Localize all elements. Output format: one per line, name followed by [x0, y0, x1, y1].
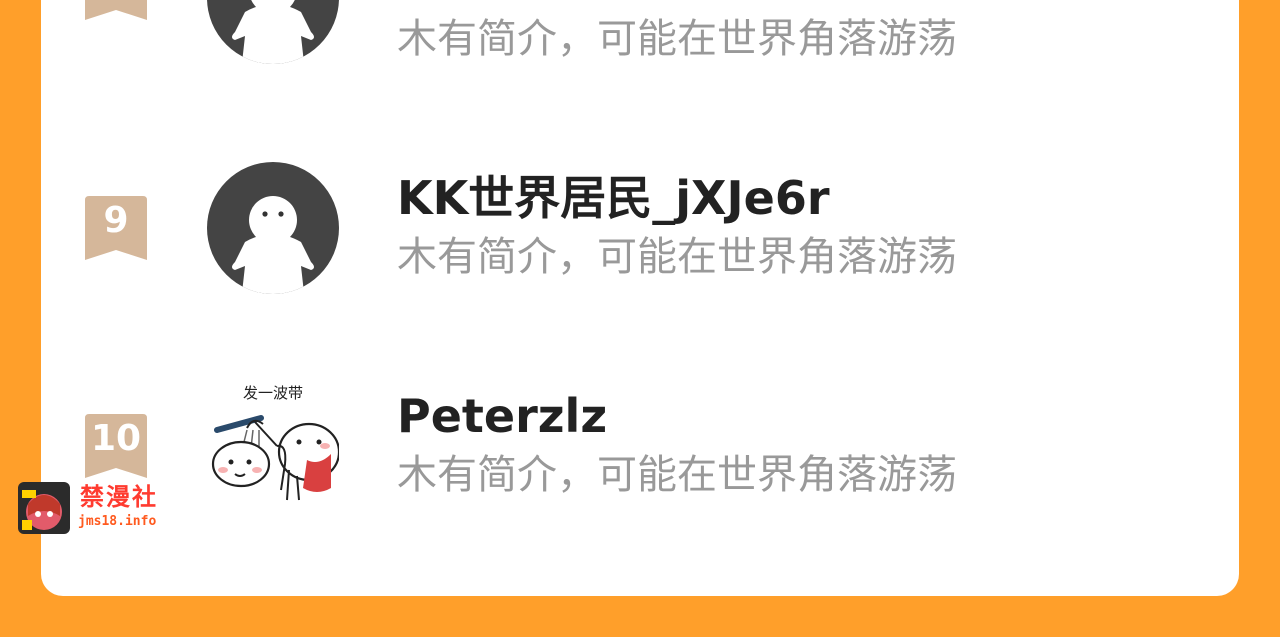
user-bio: 木有简介，可能在世界角落游荡: [397, 452, 957, 498]
avatar[interactable]: 发一波带: [207, 380, 341, 512]
user-name[interactable]: Peterzlz: [397, 389, 607, 443]
list-item[interactable]: 8 木有简介，可能在世界角落游荡: [41, 0, 1239, 120]
user-bio: 木有简介，可能在世界角落游荡: [397, 16, 957, 62]
avatar[interactable]: [207, 0, 339, 64]
watermark-url: jms18.info: [78, 514, 157, 529]
ranking-card: 8 木有简介，可能在世界角落游荡 9: [41, 0, 1239, 596]
avatar-caption: 发一波带: [243, 384, 303, 402]
list-item[interactable]: 10 发一波带 Peterzlz 木有简介，可能在世界角落游荡: [41, 378, 1239, 538]
rank-number: 8: [85, 0, 147, 6]
jms-logo-icon: [18, 482, 70, 534]
rank-number: 9: [103, 200, 129, 241]
default-avatar-icon: [207, 0, 339, 64]
rank-badge: 10: [85, 414, 147, 478]
rank-badge: 8: [85, 0, 147, 20]
rank-badge: 9: [85, 196, 147, 260]
user-bio: 木有简介，可能在世界角落游荡: [397, 234, 957, 280]
site-watermark: 禁漫社 jms18.info: [18, 482, 168, 534]
watermark-title: 禁漫社: [80, 483, 158, 511]
avatar[interactable]: [207, 162, 339, 294]
user-name[interactable]: KK世界居民_jXJe6r: [397, 171, 830, 225]
default-avatar-icon: [207, 162, 339, 294]
list-item[interactable]: 9 KK世界居民_jXJe6r 木有简介，可能在世界角落游荡: [41, 160, 1239, 320]
rank-number: 10: [90, 418, 142, 459]
cartoon-avatar-icon: 发一波带: [207, 380, 341, 512]
